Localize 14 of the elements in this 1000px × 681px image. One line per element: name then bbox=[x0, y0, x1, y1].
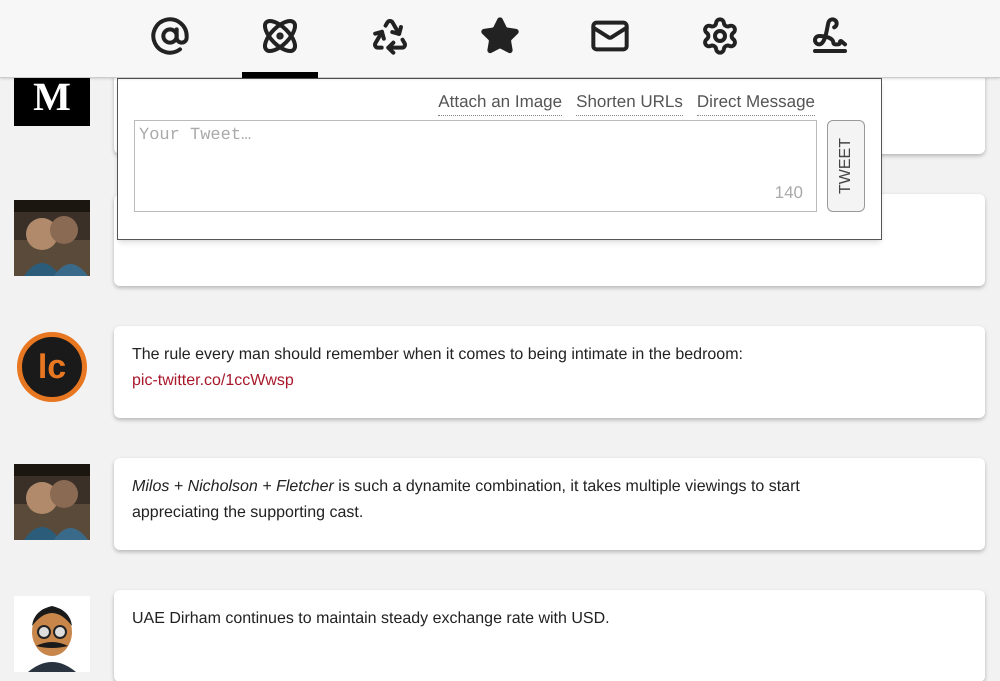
compose-link[interactable]: Shorten URLs bbox=[576, 89, 683, 116]
at-sign-icon bbox=[150, 16, 190, 56]
compose-link[interactable]: Attach an Image bbox=[438, 89, 562, 116]
pen-icon bbox=[810, 16, 850, 56]
settings-icon bbox=[700, 16, 740, 56]
tweet-text: Milos + Nicholson + Fletcher is such a dynamite combination, it takes multiple viewings to start appreciating the supporting cast. bbox=[132, 477, 801, 523]
star-icon bbox=[480, 16, 520, 56]
avatar-logo: lc bbox=[17, 332, 87, 402]
tweet-text: UAE Dirham continues to maintain steady exchange rate with USD. bbox=[132, 609, 611, 629]
tweet-text: The rule every man should remember when it comes to being intimate in the bedroom: pic-twitter.co/1ccWwsp bbox=[132, 345, 744, 391]
compose-link[interactable]: Direct Message bbox=[696, 89, 815, 116]
tweet-link[interactable]: pic-twitter.co/1ccWwsp bbox=[132, 372, 294, 389]
character-counter: 140 bbox=[774, 182, 803, 204]
tweet-button[interactable]: TWEET bbox=[827, 120, 865, 212]
